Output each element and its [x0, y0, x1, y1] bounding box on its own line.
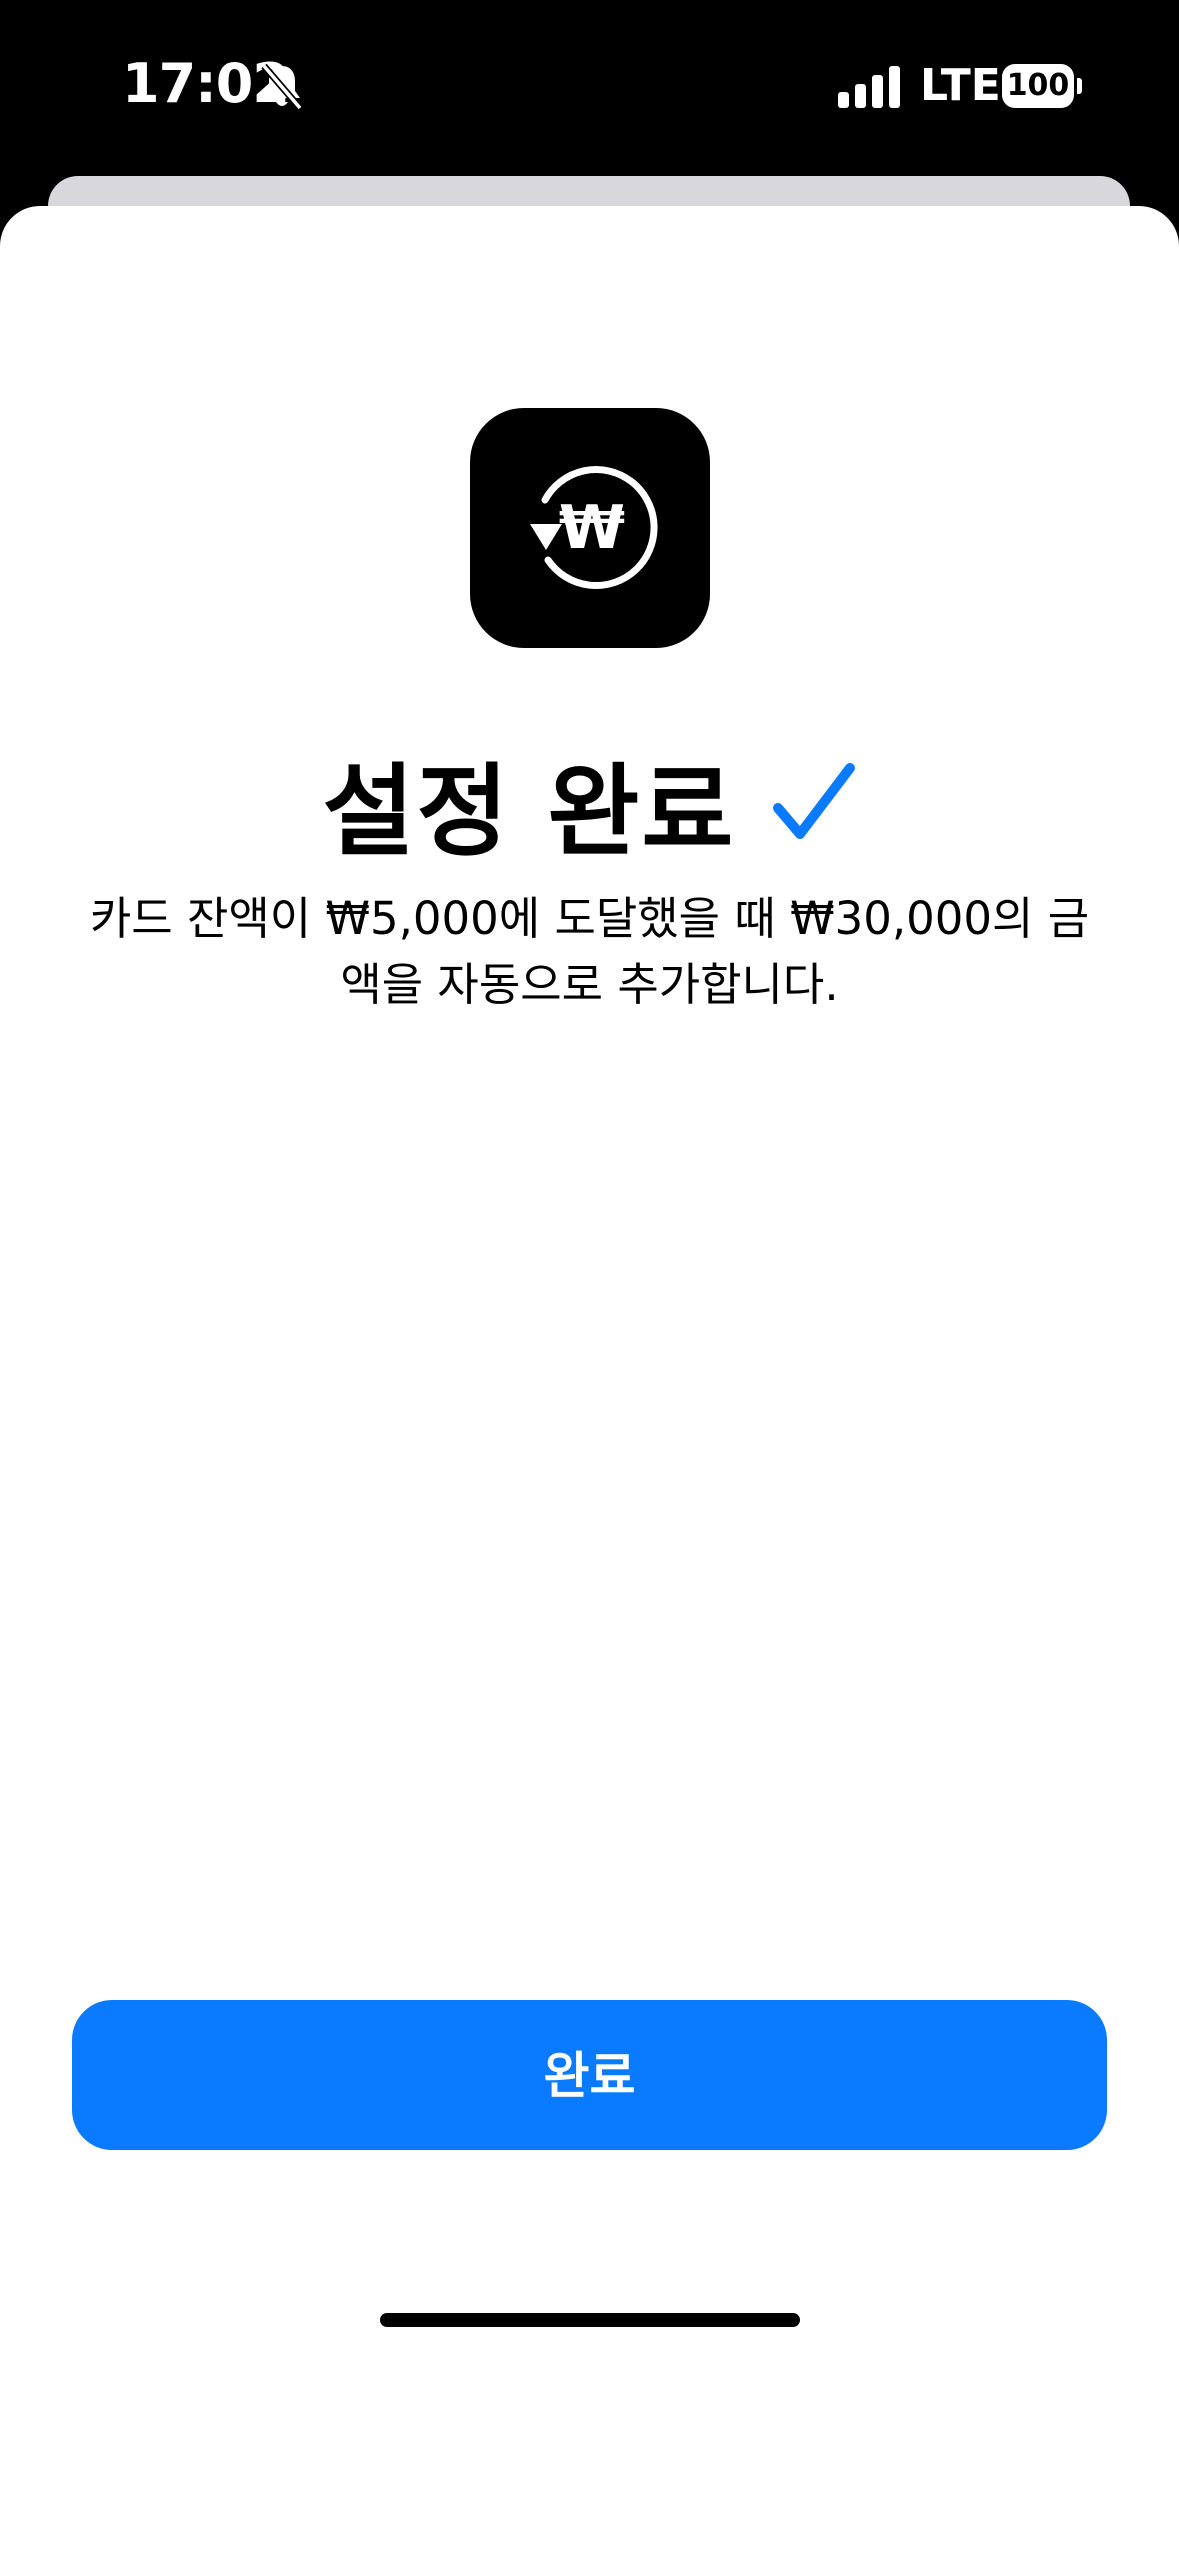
home-indicator[interactable] [380, 2313, 800, 2327]
bell-slash-icon [261, 63, 303, 111]
battery-icon: 100 [1002, 64, 1082, 108]
description-text: 카드 잔액이 ₩5,000에 도달했을 때 ₩30,000의 금액을 자동으로 … [89, 892, 1090, 1011]
checkmark-icon [773, 762, 856, 839]
done-button[interactable]: 완료 [72, 2000, 1107, 2150]
battery-tip [1077, 78, 1082, 94]
page-title: 설정 완료 [322, 753, 736, 870]
won-symbol: ₩ [559, 493, 625, 563]
auto-reload-app-icon: ₩ [470, 408, 710, 648]
battery-level: 100 [1002, 64, 1074, 108]
title-row: 설정 완료 [0, 730, 1179, 870]
status-bar: 17:02 LTE 100 [0, 0, 1179, 170]
network-type: LTE [920, 60, 1001, 111]
screen: 17:02 LTE 100 ₩ 설정 완료 카드 잔액이 ₩5,000에 도달했… [0, 0, 1179, 2556]
signal-icon [838, 66, 900, 108]
won-refresh-icon: ₩ [530, 466, 658, 590]
